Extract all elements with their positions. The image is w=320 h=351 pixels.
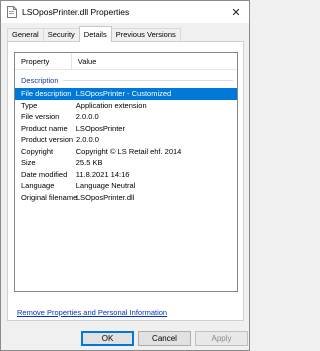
table-row[interactable]: File description LSOposPrinter - Customi…: [15, 88, 237, 100]
property-value: 11.8.2021 14:16: [75, 169, 130, 179]
property-name: File version: [21, 112, 60, 122]
property-name: Original filename: [21, 192, 78, 202]
apply-button[interactable]: Apply: [195, 331, 248, 346]
group-label: Description: [21, 75, 59, 85]
close-icon: ✕: [231, 6, 241, 19]
table-row[interactable]: Original filename LSOposPrinter.dll: [15, 192, 237, 204]
group-header-description: Description: [21, 75, 233, 85]
tab-general[interactable]: General: [7, 28, 44, 42]
property-value: Copyright © LS Retail ehf. 2014: [75, 146, 182, 156]
title-bar: LSOposPrinter.dll Properties ✕: [1, 1, 249, 23]
property-value: Application extension: [75, 100, 147, 110]
property-name: Size: [21, 158, 36, 168]
group-divider: [62, 79, 233, 81]
table-row[interactable]: Copyright Copyright © LS Retail ehf. 201…: [15, 146, 237, 158]
table-row[interactable]: Product name LSOposPrinter: [15, 123, 237, 135]
property-value: LSOposPrinter.dll: [76, 192, 135, 202]
remove-properties-link[interactable]: Remove Properties and Personal Informati…: [17, 308, 167, 317]
list-header: Property Value: [15, 53, 237, 70]
property-value: 2.0.0.0: [75, 112, 99, 122]
property-name: Language: [21, 181, 55, 191]
table-row[interactable]: Size 25.5 KB: [15, 157, 237, 169]
column-header-property[interactable]: Property: [15, 53, 72, 70]
column-header-value[interactable]: Value: [72, 53, 237, 70]
file-icon: [7, 6, 17, 18]
table-row[interactable]: Date modified 11.8.2021 14:16: [15, 169, 237, 181]
ok-button[interactable]: OK: [81, 331, 134, 346]
property-value: 25.5 KB: [75, 158, 103, 168]
property-value: 2.0.0.0: [76, 135, 99, 145]
details-panel: Property Value Description File descript…: [7, 41, 244, 321]
property-name: File description: [21, 89, 72, 99]
table-row[interactable]: Type Application extension: [15, 100, 237, 112]
tab-details[interactable]: Details: [78, 26, 112, 42]
close-button[interactable]: ✕: [223, 1, 249, 23]
property-value: Language Neutral: [75, 181, 136, 191]
property-name: Copyright: [21, 146, 54, 156]
cancel-button[interactable]: Cancel: [138, 331, 191, 346]
property-value: LSOposPrinter - Customized: [75, 89, 172, 99]
property-name: Type: [21, 100, 38, 110]
tab-previous-versions[interactable]: Previous Versions: [110, 28, 181, 42]
tab-security[interactable]: Security: [42, 28, 80, 42]
window-title: LSOposPrinter.dll Properties: [22, 7, 130, 17]
tab-strip: General Security Details Previous Versio…: [7, 26, 181, 42]
property-rows: File description LSOposPrinter - Customi…: [15, 88, 237, 203]
table-row[interactable]: Product version 2.0.0.0: [15, 134, 237, 146]
properties-window: LSOposPrinter.dll Properties ✕ General S…: [0, 0, 250, 351]
property-name: Product version: [21, 135, 74, 145]
details-list[interactable]: Property Value Description File descript…: [14, 52, 238, 292]
table-row[interactable]: File version 2.0.0.0: [15, 111, 237, 123]
property-name: Product name: [21, 123, 68, 133]
property-name: Date modified: [21, 169, 68, 179]
property-value: LSOposPrinter: [75, 123, 125, 133]
table-row[interactable]: Language Language Neutral: [15, 180, 237, 192]
